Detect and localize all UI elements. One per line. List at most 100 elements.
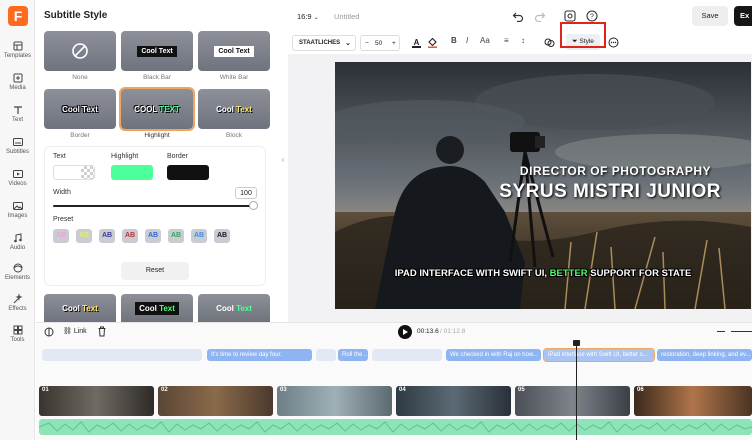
italic-icon[interactable]: I <box>466 36 468 45</box>
lower-third-name[interactable]: SYRUS MISTRI JUNIOR <box>499 181 721 203</box>
rail-item-effects[interactable]: Effects <box>0 293 35 312</box>
video-clip[interactable]: 03 <box>277 386 392 416</box>
rail-item-audio[interactable]: Audio <box>0 232 35 251</box>
undo-icon[interactable] <box>512 10 524 22</box>
sample-part-b: TEXT <box>159 104 180 114</box>
export-button[interactable]: Ex <box>734 6 752 26</box>
templates-icon <box>13 41 22 51</box>
preset-swatch[interactable]: AB <box>145 229 161 243</box>
subtitle-chip[interactable]: restoration, deep linking, and ev... <box>657 349 752 361</box>
subtitle-chip-active[interactable]: iPad interface with Swift UI, better s..… <box>543 348 655 362</box>
video-clip[interactable]: 04 <box>396 386 511 416</box>
tools-icon <box>13 325 22 335</box>
clip-number: 06 <box>637 387 644 393</box>
style-option[interactable]: Cool Text <box>44 294 116 322</box>
width-value-input[interactable]: 100 <box>235 187 257 199</box>
rail-item-videos[interactable]: Videos <box>0 168 35 187</box>
rail-item-elements[interactable]: Elements <box>0 262 35 281</box>
rail-item-templates[interactable]: Templates <box>0 40 35 59</box>
video-preview[interactable]: DIRECTOR OF PHOTOGRAPHY SYRUS MISTRI JUN… <box>335 62 751 309</box>
playhead[interactable] <box>576 343 577 440</box>
video-clip[interactable]: 05 <box>515 386 630 416</box>
fill-color-icon[interactable] <box>427 37 438 48</box>
font-family-select[interactable]: STAATLICHES ⌄ <box>292 35 356 51</box>
style-border[interactable]: Cool Text <box>44 89 116 129</box>
sample-part-a: Cool <box>216 104 237 114</box>
text-case-icon[interactable]: Aa <box>480 36 490 45</box>
rail-item-tools[interactable]: Tools <box>0 324 35 343</box>
subtitle-chip[interactable]: Roll the ... <box>338 349 368 361</box>
text-color-icon[interactable]: A <box>411 37 422 48</box>
preset-swatch[interactable]: AB <box>99 229 115 243</box>
highlight-annotation-box <box>560 22 606 48</box>
text-color-label: Text <box>53 153 66 160</box>
project-title[interactable]: Untitled <box>334 12 359 21</box>
border-color-swatch[interactable] <box>167 165 209 180</box>
clip-number: 01 <box>42 387 49 393</box>
spacing-icon[interactable]: ↕ <box>521 36 525 45</box>
screenshot-icon[interactable] <box>564 10 576 22</box>
bold-icon[interactable]: B <box>451 36 457 45</box>
highlight-color-swatch[interactable] <box>111 165 153 180</box>
style-block[interactable]: Cool Text <box>198 89 270 129</box>
subtitle-chip[interactable]: We checked in with Raj on how... <box>446 349 541 361</box>
rail-item-media[interactable]: Media <box>0 72 35 91</box>
collapse-panel-handle[interactable]: ‹ <box>279 150 287 170</box>
subtitle-chip[interactable] <box>372 349 442 361</box>
save-button[interactable]: Save <box>692 6 728 26</box>
style-option[interactable]: Cool Text <box>121 294 193 322</box>
style-block-sample: Cool Text <box>216 105 252 114</box>
lower-third-role[interactable]: DIRECTOR OF PHOTOGRAPHY <box>520 164 711 178</box>
play-button[interactable] <box>398 325 412 339</box>
trash-icon[interactable] <box>97 326 107 337</box>
aspect-ratio-select[interactable]: 16:9 ⌄ <box>297 12 319 21</box>
style-black-bar[interactable]: Cool Text <box>121 31 193 71</box>
style-none[interactable] <box>44 31 116 71</box>
redo-icon[interactable] <box>534 10 546 22</box>
rail-item-text[interactable]: Text <box>0 104 35 123</box>
preset-swatch[interactable]: AB <box>214 229 230 243</box>
zoom-out-icon[interactable] <box>717 331 725 332</box>
preset-swatch[interactable]: AB <box>191 229 207 243</box>
video-clip[interactable]: 01 <box>39 386 154 416</box>
video-clip[interactable]: 02 <box>158 386 273 416</box>
style-white-bar-sample: Cool Text <box>214 45 254 57</box>
style-block-label: Block <box>226 132 242 139</box>
subtitle-caption[interactable]: IPAD INTERFACE WITH SWIFT UI, BETTER SUP… <box>335 268 751 279</box>
font-size-stepper[interactable]: − 50 + <box>360 35 400 51</box>
style-black-bar-label: Black Bar <box>143 74 171 81</box>
width-slider-handle[interactable] <box>249 201 258 210</box>
rail-item-images[interactable]: Images <box>0 200 35 219</box>
style-border-label: Border <box>70 132 90 139</box>
style-white-bar[interactable]: Cool Text <box>198 31 270 71</box>
style-option[interactable]: Cool Text <box>198 294 270 322</box>
preset-swatch[interactable]: AB <box>76 229 92 243</box>
reset-button[interactable]: Reset <box>121 262 189 280</box>
align-icon[interactable]: ≡ <box>504 36 509 45</box>
preset-swatch[interactable]: AB <box>168 229 184 243</box>
audio-icon <box>13 233 22 243</box>
style-highlight[interactable]: COOL TEXT <box>119 87 195 131</box>
effects-icon[interactable] <box>544 37 555 48</box>
subtitle-chip[interactable]: It's time to review day four. <box>207 349 312 361</box>
width-slider-track[interactable] <box>53 205 255 207</box>
plus-icon[interactable]: + <box>392 36 396 51</box>
style-sample: Cool Text <box>135 301 179 315</box>
editor-app: F Templates Media Text Subtitles Videos Image… <box>0 0 752 440</box>
rail-item-subtitles[interactable]: Subtitles <box>0 136 35 155</box>
timeline: ⛓ Link 00:13.6 / 01:12.8 It's time to re… <box>36 322 752 440</box>
more-icon[interactable] <box>608 37 619 48</box>
link-button[interactable]: ⛓ Link <box>63 327 87 335</box>
zoom-slider[interactable] <box>731 331 752 332</box>
preset-swatch[interactable]: AB <box>122 229 138 243</box>
text-toolbar: STAATLICHES ⌄ − 50 + A B I Aa ≡ ↕ ⏷ Style <box>288 22 752 54</box>
help-icon[interactable]: ? <box>586 10 598 22</box>
subtitle-chip[interactable] <box>42 349 202 361</box>
subtitle-chip[interactable] <box>316 349 336 361</box>
video-clip[interactable]: 06 <box>634 386 752 416</box>
preset-swatch[interactable]: AB <box>53 229 69 243</box>
rail-item-label: Effects <box>8 306 27 312</box>
split-icon[interactable] <box>44 327 54 337</box>
audio-track[interactable] <box>39 419 752 435</box>
minus-icon[interactable]: − <box>365 36 369 51</box>
